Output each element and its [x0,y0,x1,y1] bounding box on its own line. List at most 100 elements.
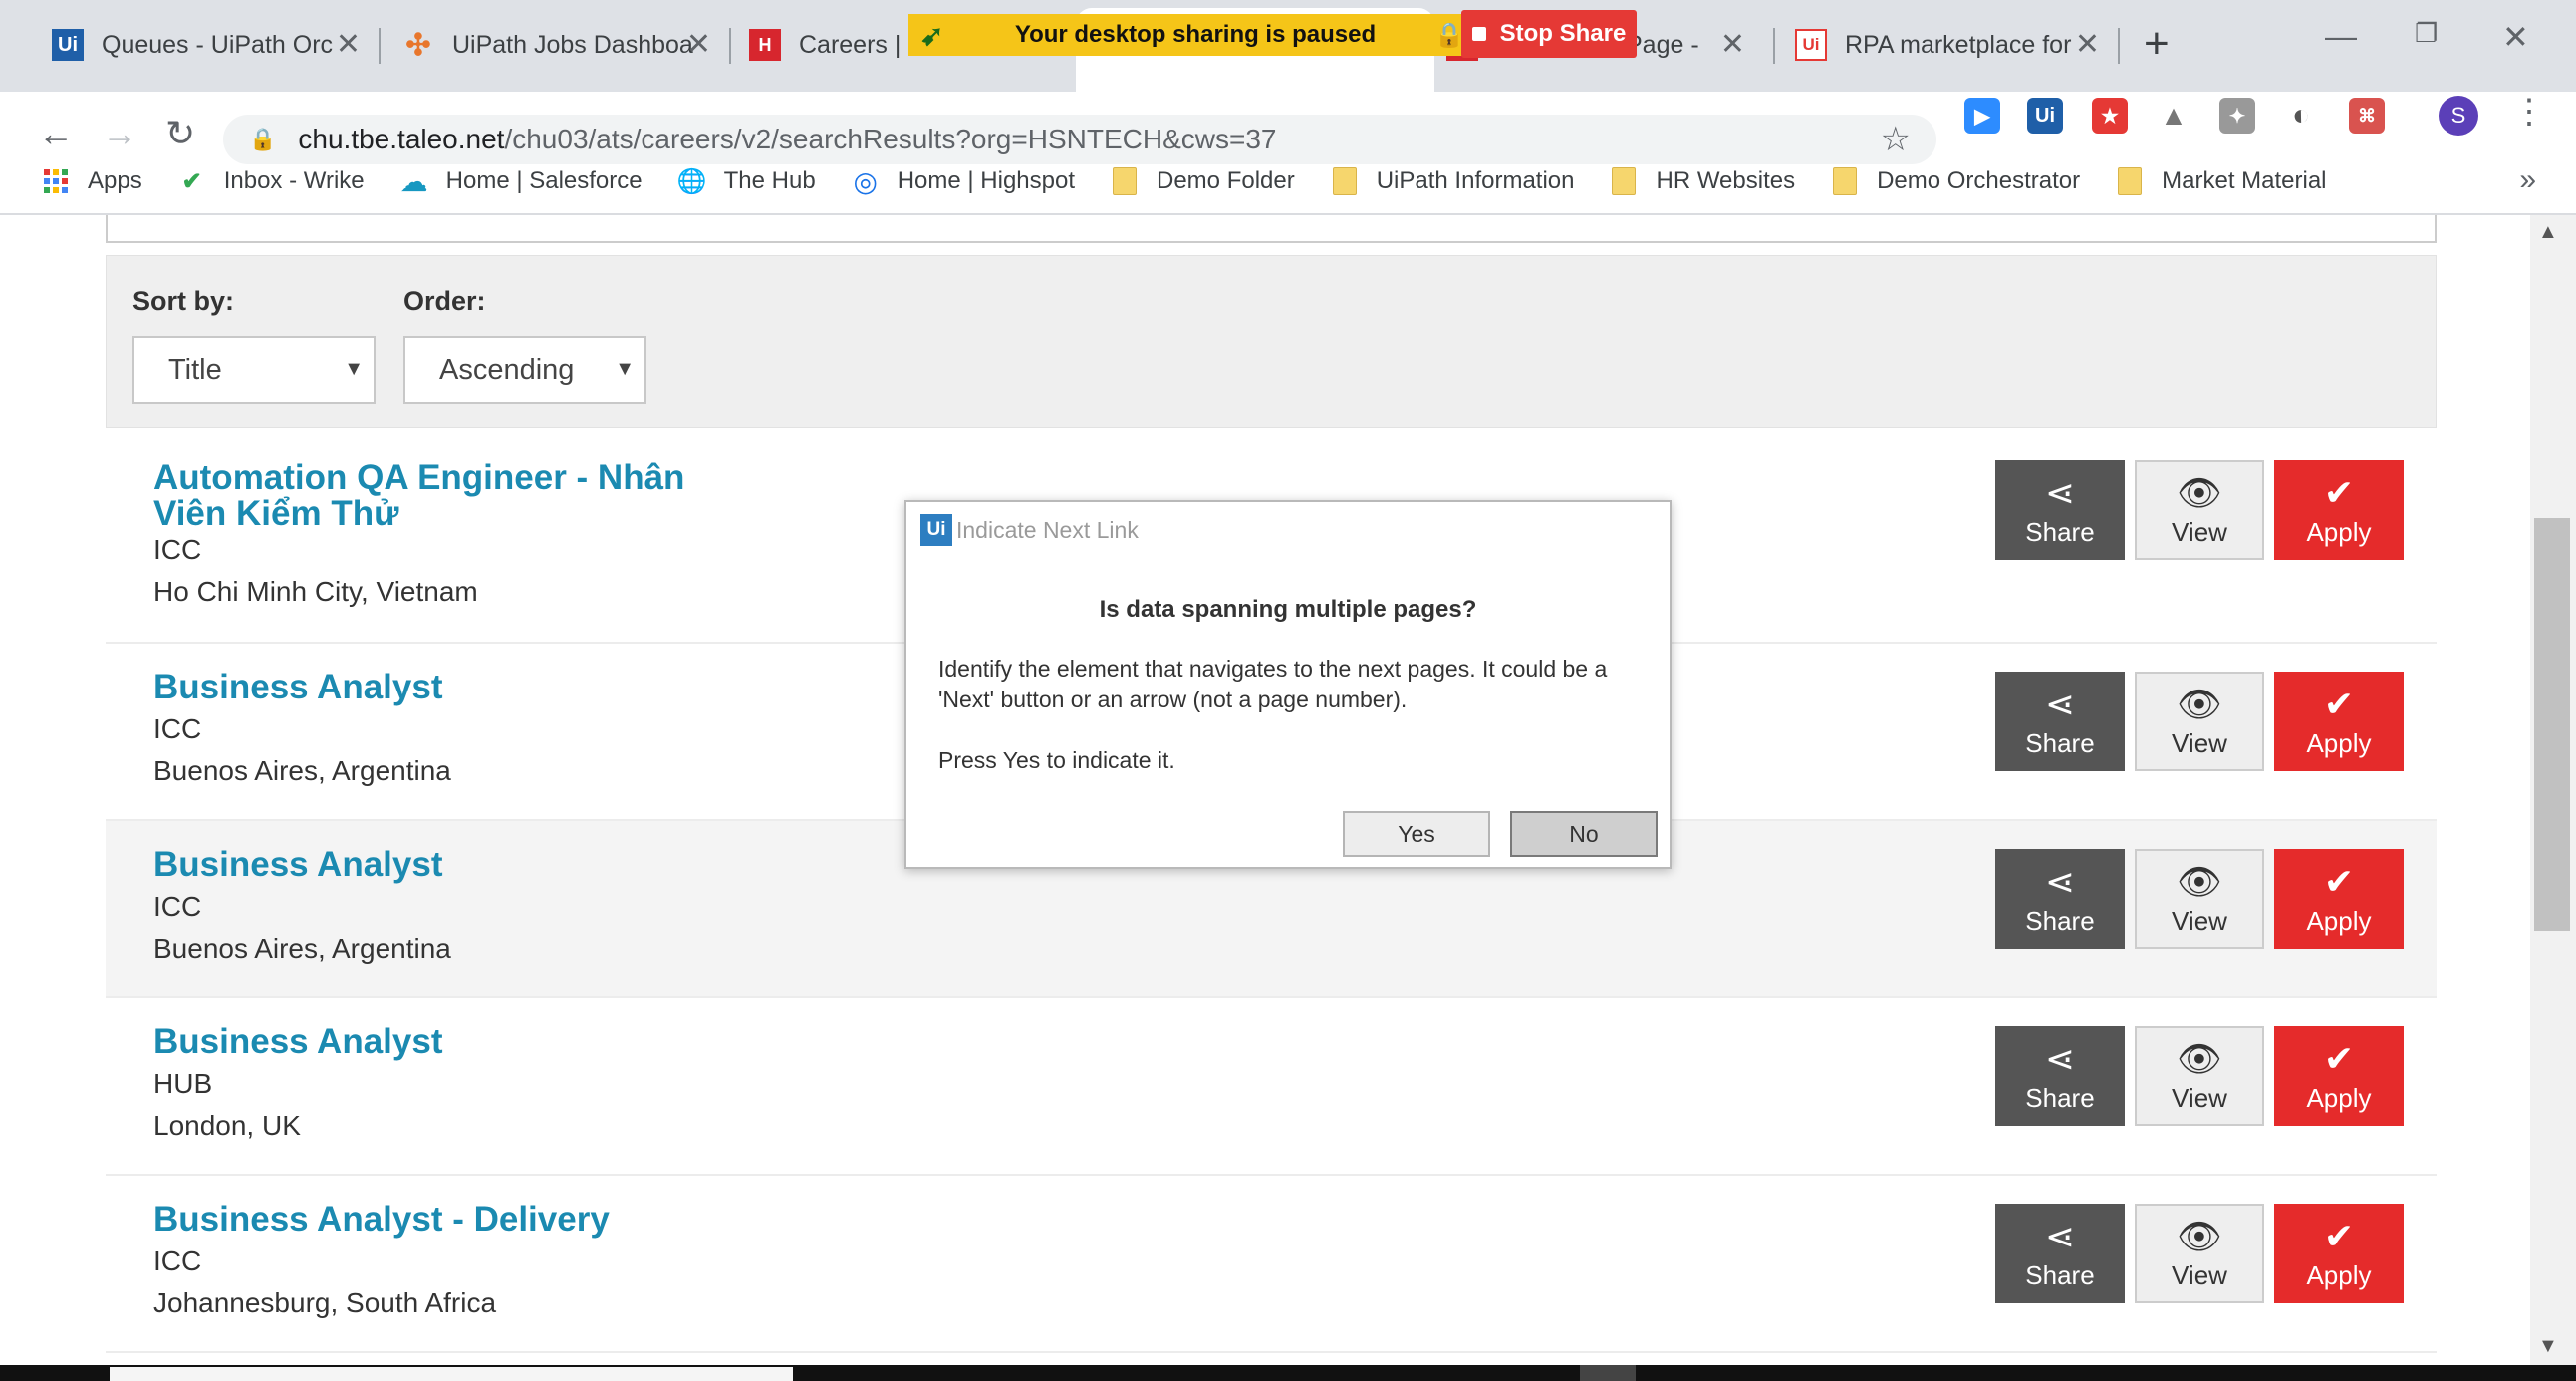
dialog-header: Ui Indicate Next Link [920,514,1139,546]
dialog-description: Identify the element that navigates to t… [938,656,1608,712]
tab-title: UiPath Jobs Dashboa [452,30,693,59]
eye-icon: 👁 [2177,1215,2222,1256]
bookmark-label: Demo Folder [1157,167,1295,194]
bookmark-salesforce[interactable]: ☁ Home | Salesforce [399,165,643,197]
more-bookmarks-icon[interactable]: » [2519,163,2536,197]
tab-careers[interactable]: H Careers | H [749,14,908,76]
no-button[interactable]: No [1510,811,1658,857]
share-button[interactable]: ⋖ Share [1995,849,2125,949]
apply-label: Apply [2306,1259,2372,1290]
minimize-icon[interactable]: — [2325,18,2357,55]
scrollbar-thumb[interactable] [2534,518,2570,931]
bookmark-hr-websites[interactable]: HR Websites [1610,167,1795,195]
tab-title: Page - [1626,30,1699,59]
scroll-down-arrow-icon[interactable]: ▼ [2538,1335,2558,1358]
bookmark-wrike[interactable]: ✔ Inbox - Wrike [178,167,365,195]
check-icon: ✔ [2323,860,2355,902]
share-icon: ⋖ [2044,1215,2076,1256]
tab-rpa-marketplace[interactable]: Ui RPA marketplace for ✕ [1795,14,2100,76]
view-button[interactable]: 👁 View [2135,1026,2264,1126]
apply-button[interactable]: ✔ Apply [2274,672,2404,771]
tab-jobs-dashboard[interactable]: ✣ UiPath Jobs Dashboa ✕ [402,14,711,76]
check-icon: ✔ [2323,471,2355,513]
share-button[interactable]: ⋖ Share [1995,672,2125,771]
close-tab-icon[interactable]: ✕ [336,30,361,60]
view-button[interactable]: 👁 View [2135,460,2264,560]
drive-extension-icon[interactable]: ▲ [2156,98,2191,134]
reload-icon[interactable]: ↻ [165,114,195,153]
taskbar-item[interactable] [110,1367,793,1381]
menu-kebab-icon[interactable]: ⋮ [2512,92,2546,132]
pdf-extension-icon[interactable]: ⌘ [2349,98,2385,134]
check-icon: ✔ [2323,1037,2355,1079]
eye-icon: 👁 [2177,471,2222,513]
view-button[interactable]: 👁 View [2135,849,2264,949]
bookmark-highspot[interactable]: ◎ Home | Highspot [852,166,1075,197]
bookmark-extension-icon[interactable]: ★ [2092,98,2128,134]
job-title-link[interactable]: Business Analyst [153,847,711,883]
bookmark-apps[interactable]: Apps [42,167,142,195]
share-button[interactable]: ⋖ Share [1995,1204,2125,1303]
badge-extension-icon[interactable]: ✦ [2219,98,2255,134]
sort-by-select[interactable]: Title ▼ [132,336,376,404]
view-label: View [2172,727,2227,758]
close-tab-icon[interactable]: ✕ [1720,30,1745,60]
salesforce-cloud-icon: ☁ [399,165,428,197]
apply-label: Apply [2306,727,2372,758]
job-row: Business Analyst HUB London, UK ⋖ Share 👁… [106,998,2437,1176]
job-row: Business Analyst - Delivery ICC Johannes… [106,1176,2437,1353]
bookmark-uipath-information[interactable]: UiPath Information [1331,167,1574,195]
stop-share-button[interactable]: Stop Share [1461,10,1637,58]
globe-icon: 🌐 [676,167,707,195]
yes-button[interactable]: Yes [1343,811,1490,857]
eye-icon: 👁 [2177,1037,2222,1079]
apply-label: Apply [2306,516,2372,547]
sharing-message: Your desktop sharing is paused [1014,21,1377,48]
uipath-extension-icon[interactable]: Ui [2027,98,2063,134]
new-tab-button[interactable]: + [2144,22,2170,66]
back-arrow-icon[interactable]: ← [38,114,74,153]
bookmark-market-material[interactable]: Market Material [2116,167,2327,195]
view-button[interactable]: 👁 View [2135,1204,2264,1303]
apply-button[interactable]: ✔ Apply [2274,1204,2404,1303]
apply-button[interactable]: ✔ Apply [2274,460,2404,560]
share-button[interactable]: ⋖ Share [1995,460,2125,560]
folder-icon [2116,167,2144,195]
share-button[interactable]: ⋖ Share [1995,1026,2125,1126]
job-title-link[interactable]: Business Analyst [153,1024,711,1060]
job-title-link[interactable]: Business Analyst - Delivery [153,1202,711,1238]
tab-queues[interactable]: Ui Queues - UiPath Orc ✕ [52,14,361,76]
restore-icon[interactable]: ❐ [2415,18,2438,49]
apps-grid-icon [42,167,70,195]
circle-extension-icon[interactable]: ◐ [2283,98,2319,134]
view-button[interactable]: 👁 View [2135,672,2264,771]
share-icon: ⋖ [2044,683,2076,724]
close-tab-icon[interactable]: ✕ [686,30,711,60]
browser-chrome: Ui Queues - UiPath Orc ✕ ✣ UiPath Jobs D… [0,0,2576,217]
url-path: /chu03/ats/careers/v2/searchResults?org=… [504,124,1277,154]
taskbar-item[interactable] [1580,1365,1636,1381]
lock-icon: 🔒 [249,127,277,151]
job-title-link[interactable]: Automation QA Engineer - Nhân Viên Kiểm … [153,460,711,532]
zoom-extension-icon[interactable]: ▶ [1964,98,2000,134]
apply-button[interactable]: ✔ Apply [2274,1026,2404,1126]
profile-avatar[interactable]: S [2439,96,2478,136]
bookmark-label: Inbox - Wrike [223,167,365,194]
job-location: Johannesburg, South Africa [153,1287,497,1318]
close-window-icon[interactable]: ✕ [2502,18,2529,56]
order-select[interactable]: Ascending ▼ [403,336,646,404]
bookmark-the-hub[interactable]: 🌐 The Hub [676,167,816,195]
collapse-arrow-icon[interactable]: ➹ [920,19,956,52]
tab-separator [379,28,381,64]
job-title-link[interactable]: Business Analyst [153,670,711,705]
sort-panel: Sort by: Order: Title ▼ Ascending ▼ [106,255,2437,428]
forward-arrow-icon[interactable]: → [102,114,137,153]
bookmark-demo-folder[interactable]: Demo Folder [1111,167,1295,195]
apply-button[interactable]: ✔ Apply [2274,849,2404,949]
job-location: London, UK [153,1110,301,1141]
view-label: View [2172,516,2227,547]
close-tab-icon[interactable]: ✕ [2075,30,2100,60]
bookmark-demo-orchestrator[interactable]: Demo Orchestrator [1831,167,2080,195]
check-icon: ✔ [2323,1215,2355,1256]
scroll-up-arrow-icon[interactable]: ▲ [2538,221,2558,244]
